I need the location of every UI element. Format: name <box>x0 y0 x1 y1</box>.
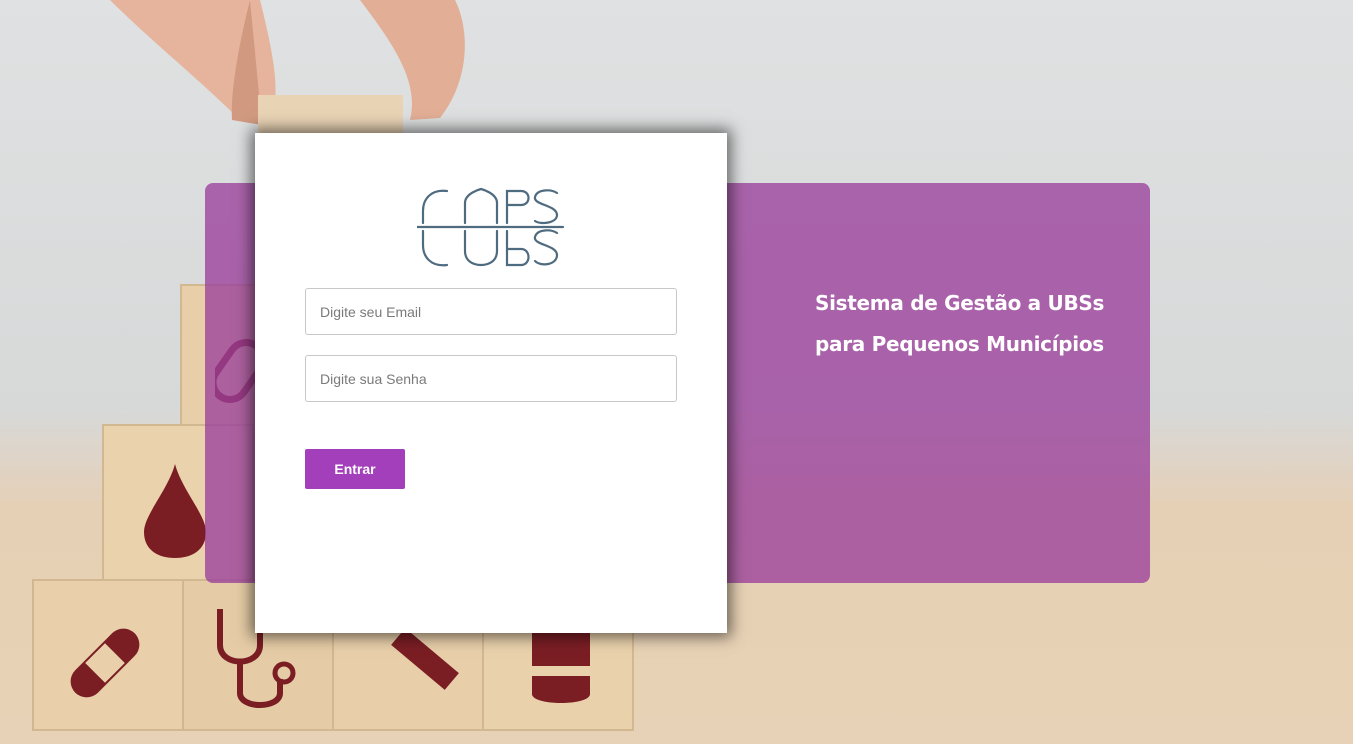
password-field[interactable] <box>305 355 677 402</box>
email-field[interactable] <box>305 288 677 335</box>
blood-drop-icon <box>144 464 206 558</box>
syringe-icon <box>387 628 459 690</box>
system-tagline: Sistema de Gestão a UBSs para Pequenos M… <box>815 283 1135 365</box>
login-card: Entrar <box>255 133 727 633</box>
login-button[interactable]: Entrar <box>305 449 405 489</box>
tagline-line-2: para Pequenos Municípios <box>815 332 1104 356</box>
tagline-line-1: Sistema de Gestão a UBSs <box>815 291 1105 315</box>
cubs-logo <box>417 187 565 267</box>
medicine-bottle-icon <box>532 632 590 703</box>
bandage-icon <box>70 628 140 698</box>
